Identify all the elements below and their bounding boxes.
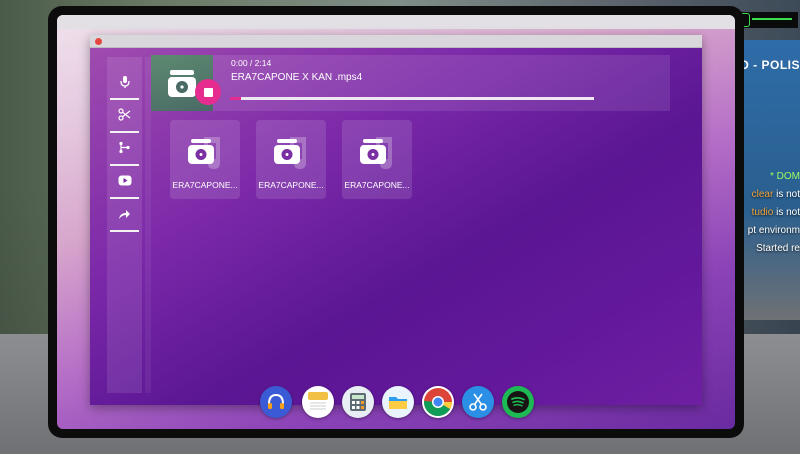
sidebar: [107, 57, 142, 393]
scissors-editor-app-icon: [469, 393, 487, 411]
sidebar-item-cut[interactable]: [107, 98, 142, 133]
audio-file-icon: [188, 137, 220, 169]
file-label: ERA7CAPONE...: [258, 180, 324, 190]
music-player-window: 0:00 / 2:14 ERA7CAPONE X KAN .mps4 ERA7C…: [90, 35, 702, 405]
hud-dom-text: * DOM: [770, 171, 800, 182]
progress-bar[interactable]: [230, 97, 594, 100]
hud-log-line: tudio is not: [751, 207, 800, 218]
hud-log-line: Started re: [756, 243, 800, 254]
chrome-app-icon: [424, 388, 452, 416]
dock-app-music[interactable]: [260, 386, 292, 418]
scissors-icon: [118, 108, 131, 121]
sidebar-item-merge[interactable]: [107, 131, 142, 166]
playback-time: 0:00 / 2:14: [231, 58, 272, 68]
now-playing-artwork: [151, 55, 221, 111]
audio-file-icon: [360, 137, 392, 169]
sidebar-item-share[interactable]: [107, 197, 142, 232]
sidebar-item-youtube[interactable]: [107, 164, 142, 199]
branch-icon: [119, 141, 130, 154]
audio-file-icon: [274, 137, 306, 169]
window-titlebar: [90, 35, 702, 48]
now-playing-bar: 0:00 / 2:14 ERA7CAPONE X KAN .mps4: [151, 55, 670, 111]
spotify-app-icon: [507, 391, 529, 413]
hud-log-line: clear is not: [751, 189, 800, 200]
stop-button[interactable]: [195, 79, 221, 105]
dock-app-calculator[interactable]: [342, 386, 374, 418]
sidebar-item-record[interactable]: [107, 65, 142, 100]
file-item[interactable]: ERA7CAPONE...: [256, 120, 326, 199]
headphones-music-app-icon: [268, 393, 284, 409]
dock-app-files[interactable]: [382, 386, 414, 418]
calculator-app-icon: [350, 393, 366, 411]
status-strip: [57, 15, 735, 29]
files-app-icon: [389, 397, 407, 409]
share-icon: [119, 209, 130, 219]
music-disc-icon: [168, 70, 196, 97]
progress-fill: [230, 97, 241, 100]
youtube-icon: [118, 175, 131, 186]
dock-app-editor[interactable]: [462, 386, 494, 418]
file-label: ERA7CAPONE...: [344, 180, 410, 190]
file-item[interactable]: ERA7CAPONE...: [342, 120, 412, 199]
file-label: ERA7CAPONE...: [172, 180, 238, 190]
microphone-icon: [119, 75, 130, 88]
stop-icon: [203, 87, 213, 97]
close-button[interactable]: [95, 38, 102, 45]
file-item[interactable]: ERA7CAPONE...: [170, 120, 240, 199]
hud-banner: D - POLIS: [740, 58, 800, 72]
dock-app-spotify[interactable]: [502, 386, 534, 418]
notes-app-icon: [308, 392, 328, 410]
hud-log-line: pt environm: [747, 225, 800, 236]
dock-app-notes[interactable]: [302, 386, 334, 418]
dock-app-chrome[interactable]: [422, 386, 454, 418]
track-title: ERA7CAPONE X KAN .mps4: [231, 72, 363, 83]
